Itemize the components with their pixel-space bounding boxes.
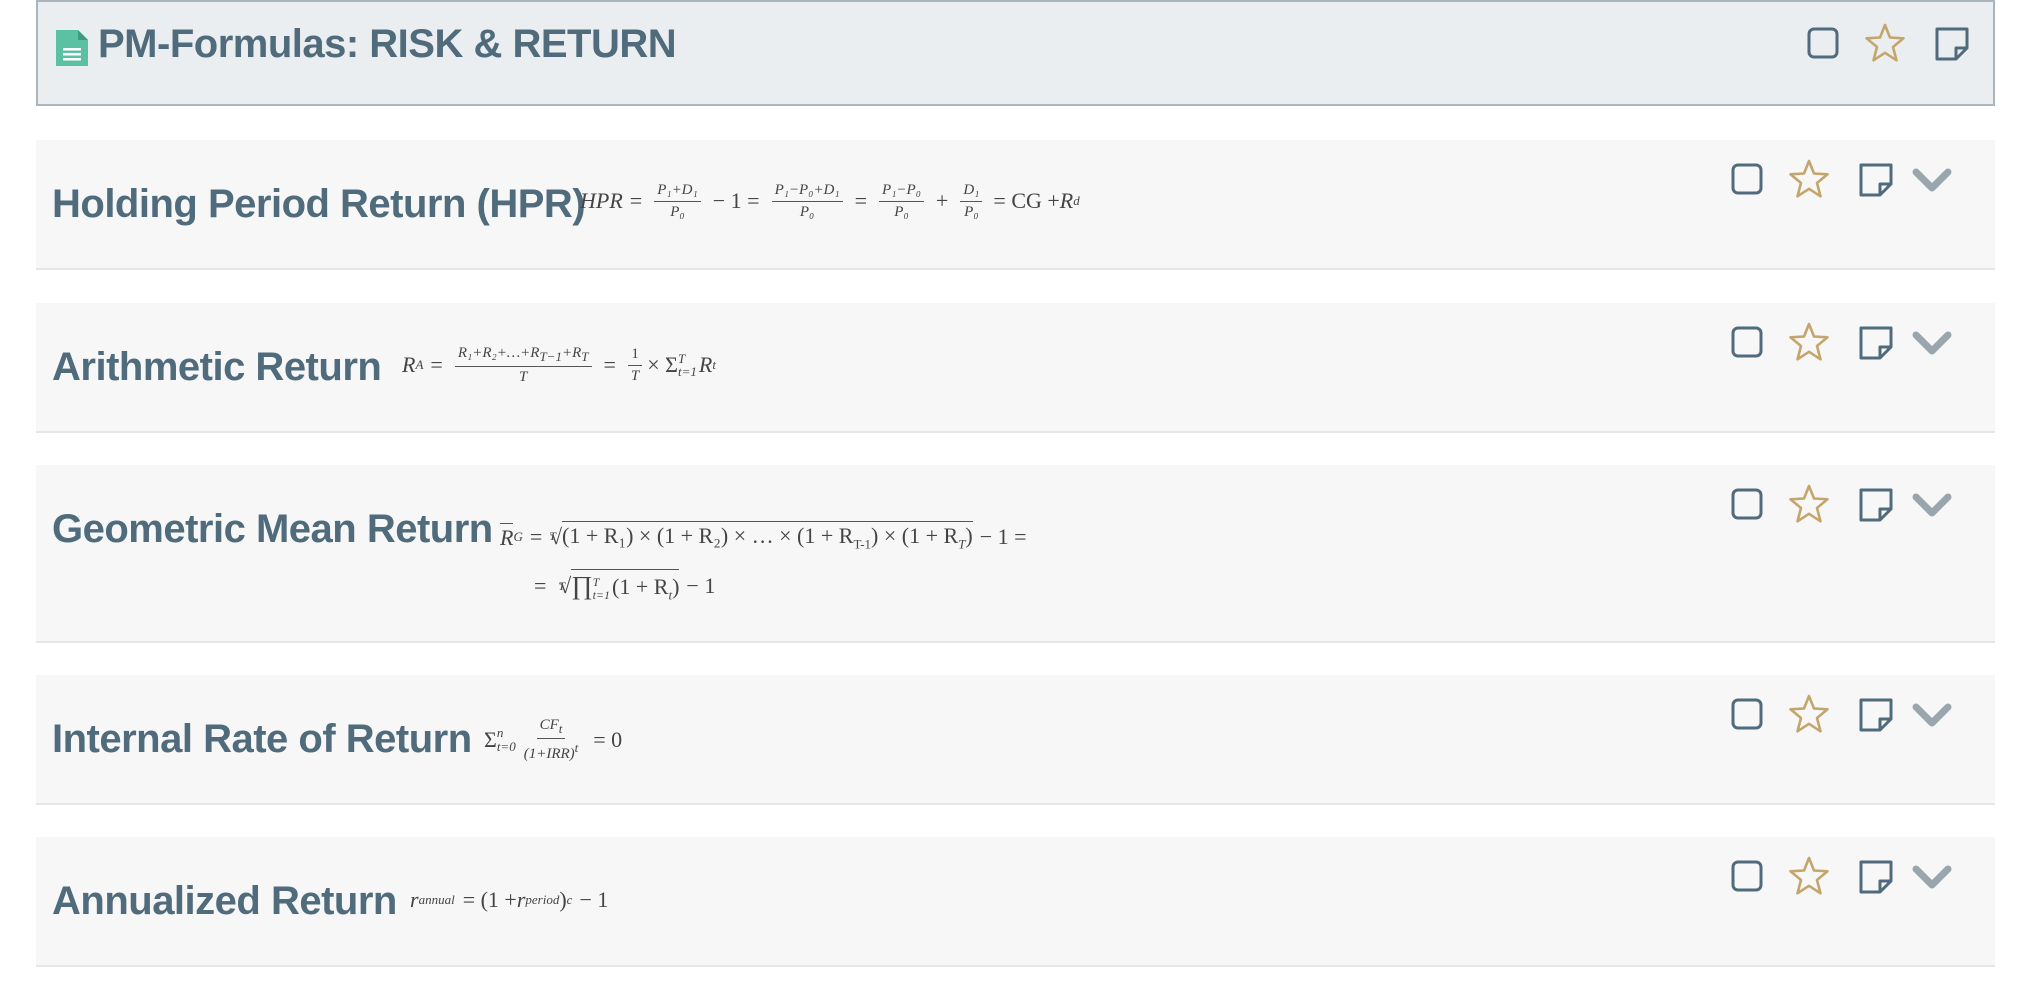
formula-card-hpr: Holding Period Return (HPR) HPR = P₁+D₁ P… — [36, 140, 1995, 270]
formula-subscript: G — [513, 528, 523, 544]
chevron-down-icon[interactable] — [1912, 168, 1952, 194]
formula-term: − 1 — [686, 573, 716, 599]
formula-term: × Σ — [647, 352, 678, 378]
card-title: Arithmetic Return — [52, 345, 382, 389]
formula-superscript: c — [566, 892, 573, 907]
formula-geometric-line1: RG = T √ (1 + R₁) × (1 + R₂) × … × (1 + … — [500, 521, 1034, 552]
fraction-denominator: T — [518, 369, 528, 386]
formula-subscript: t — [712, 357, 716, 373]
formula-term: R — [698, 352, 713, 378]
formula-card-geometric: Geometric Mean Return RG = T √ (1 + R₁) … — [36, 465, 1995, 643]
note-icon[interactable] — [1858, 325, 1894, 361]
formula-term: − 1 — [579, 887, 609, 912]
sum-lower: t=0 — [496, 738, 516, 754]
star-icon[interactable] — [1864, 22, 1906, 64]
formula-arithmetic: RA = R₁+R₂+…+RT−1+RT T = 1T × Σ Tt=1 Rt — [402, 345, 716, 386]
formula-subscript: period — [525, 892, 560, 907]
formula-term: HPR — [580, 188, 623, 213]
page-title: PM-Formulas: RISK & RETURN — [98, 22, 677, 66]
formula-term: = CG + — [993, 188, 1060, 213]
formula-term: R — [500, 522, 514, 550]
formula-term: − 1 = — [712, 188, 760, 213]
note-icon[interactable] — [1858, 162, 1894, 198]
chevron-down-icon[interactable] — [1912, 493, 1952, 519]
fraction-denominator: P₀ — [894, 203, 909, 220]
formula-card-arithmetic: Arithmetic Return RA = R₁+R₂+…+RT−1+RT T … — [36, 303, 1995, 433]
radicand: ∏ Tt=1 (1 + Rt) — [571, 569, 680, 603]
fraction-numerator: P₁−P₀+D₁ — [771, 182, 843, 202]
formula-subscript: A — [415, 357, 424, 373]
formula-term: r — [410, 887, 419, 912]
card-title: Annualized Return — [52, 879, 397, 923]
select-checkbox-icon[interactable] — [1730, 487, 1764, 521]
formula-term: = — [430, 352, 443, 378]
note-icon[interactable] — [1858, 487, 1894, 523]
sum-lower: t=1 — [677, 364, 697, 380]
chevron-down-icon[interactable] — [1912, 331, 1952, 357]
sum-upper: n — [496, 725, 504, 741]
root-sign-icon: √ — [549, 523, 563, 549]
star-icon[interactable] — [1788, 321, 1830, 363]
select-checkbox-icon[interactable] — [1730, 859, 1764, 893]
formula-hpr: HPR = P₁+D₁ P₀ − 1 = P₁−P₀+D₁ P₀ = P₁−P₀ P₀… — [580, 182, 1080, 220]
formula-term: − 1 = — [979, 523, 1027, 549]
fraction-denominator: P₀ — [670, 203, 685, 220]
fraction-numerator: P₁−P₀ — [879, 182, 924, 202]
formula-term: = — [854, 188, 868, 213]
formula-term: = — [529, 523, 543, 549]
note-icon[interactable] — [1934, 26, 1970, 62]
fraction-numerator: R₁+R₂+…+RT−1+RT — [454, 345, 592, 368]
card-title: Internal Rate of Return — [52, 717, 472, 761]
formula-subscript: d — [1073, 193, 1080, 208]
formula-subscript: annual — [418, 892, 455, 907]
card-title: Geometric Mean Return — [52, 507, 493, 551]
deck-header: PM-Formulas: RISK & RETURN — [36, 0, 1995, 106]
formula-term: = — [629, 188, 643, 213]
fraction-numerator: 1 — [628, 346, 642, 366]
fraction-denominator: T — [630, 367, 640, 384]
chevron-down-icon[interactable] — [1912, 703, 1952, 729]
star-icon[interactable] — [1788, 158, 1830, 200]
formula-annualized: r annual = (1 + r period ) c − 1 — [410, 887, 615, 913]
fraction-denominator: (1+IRR)t — [523, 740, 579, 763]
formula-term: ) — [559, 887, 567, 912]
card-title: Holding Period Return (HPR) — [52, 182, 586, 226]
formula-geometric-line2: = T √ ∏ Tt=1 (1 + Rt) − 1 — [534, 569, 722, 603]
formula-term: + — [935, 188, 949, 213]
select-checkbox-icon[interactable] — [1730, 162, 1764, 196]
sum-upper: T — [677, 350, 686, 366]
select-checkbox-icon[interactable] — [1730, 697, 1764, 731]
formula-term: = (1 + — [462, 887, 517, 912]
formula-term: = — [603, 352, 616, 378]
document-icon — [54, 28, 90, 73]
star-icon[interactable] — [1788, 693, 1830, 735]
formula-card-irr: Internal Rate of Return Σ n t=0 CFt (1+IRR… — [36, 675, 1995, 805]
formula-term: = 0 — [593, 726, 623, 752]
select-checkbox-icon[interactable] — [1806, 26, 1840, 60]
fraction-numerator: P₁+D₁ — [654, 182, 701, 202]
formula-term: R — [402, 352, 416, 378]
formula-irr: Σ n t=0 CFt (1+IRR)t = 0 — [484, 717, 629, 763]
formula-card-annualized: Annualized Return r annual = (1 + r period… — [36, 837, 1995, 967]
sigma-symbol: Σ — [484, 726, 497, 752]
select-checkbox-icon[interactable] — [1730, 325, 1764, 359]
formula-term: R — [1059, 188, 1074, 213]
note-icon[interactable] — [1858, 697, 1894, 733]
fraction-denominator: P₀ — [964, 203, 979, 220]
chevron-down-icon[interactable] — [1912, 865, 1952, 891]
fraction-denominator: P₀ — [799, 203, 815, 220]
root-sign-icon: √ — [559, 573, 572, 599]
fraction-numerator: D₁ — [960, 182, 983, 202]
star-icon[interactable] — [1788, 855, 1830, 897]
radicand: (1 + R₁) × (1 + R₂) × … × (1 + RT-1) × (… — [562, 521, 973, 552]
star-icon[interactable] — [1788, 483, 1830, 525]
fraction-numerator: CFt — [536, 717, 566, 740]
formula-term: = — [534, 573, 547, 599]
note-icon[interactable] — [1858, 859, 1894, 895]
